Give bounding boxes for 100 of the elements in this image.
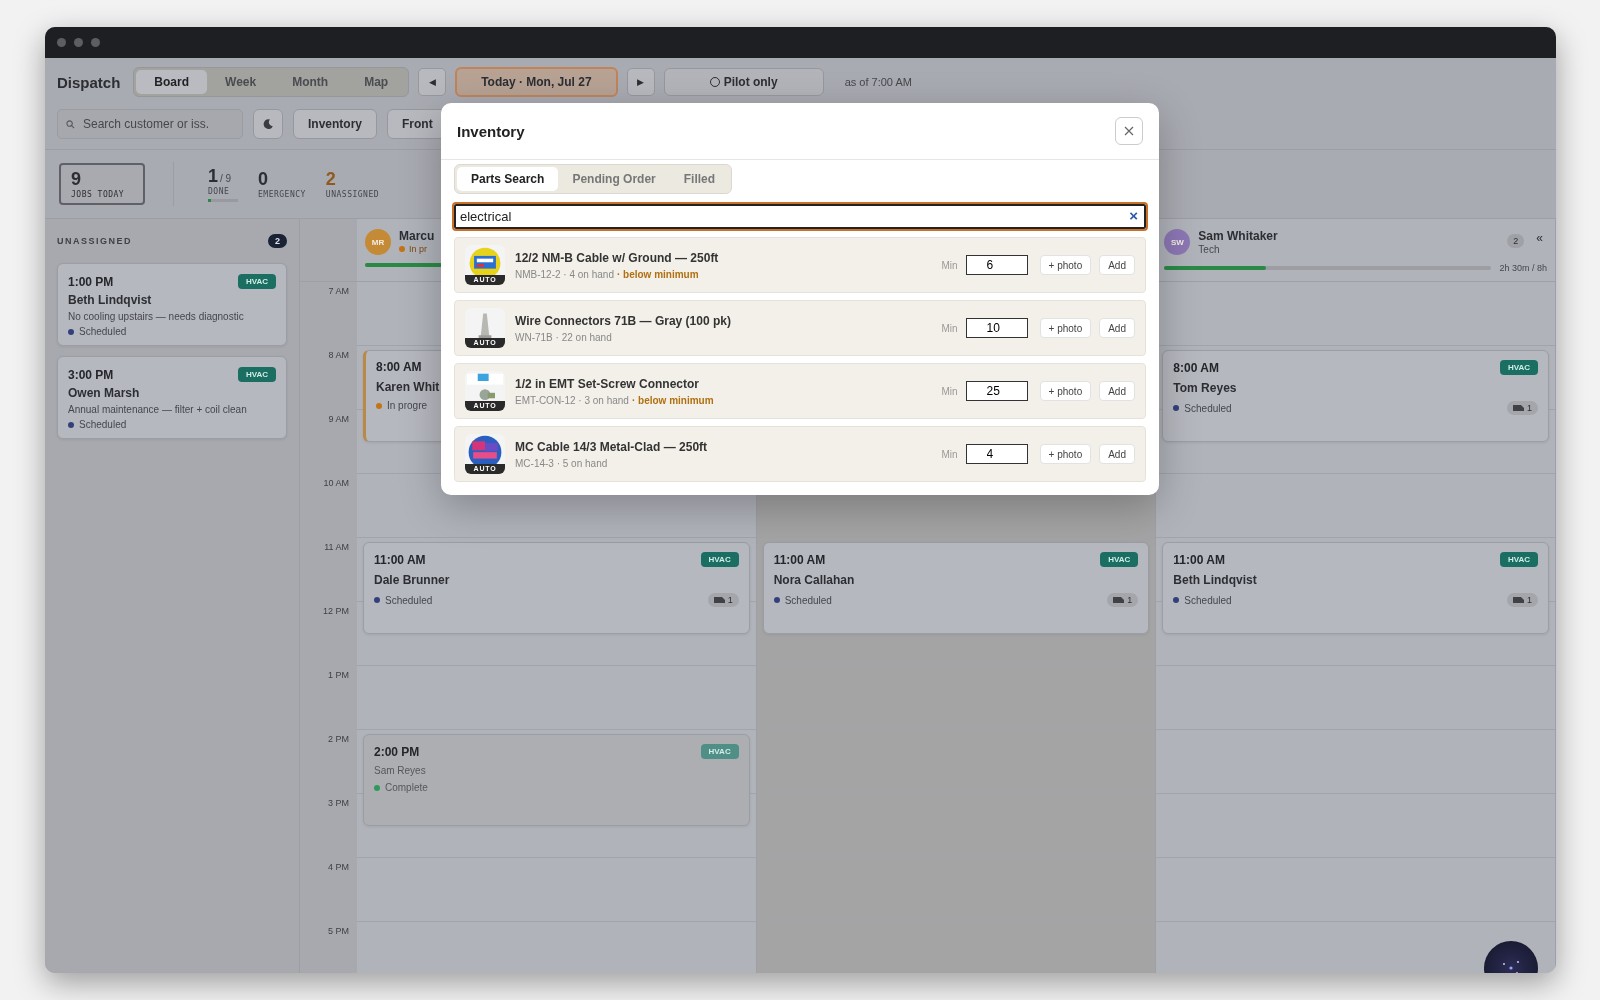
window-dot xyxy=(91,38,100,47)
job-card[interactable]: 3:00 PM HVAC Owen Marsh Annual maintenance — filter + coil clean Scheduled xyxy=(57,356,287,439)
customer-name: Beth Lindqvist xyxy=(68,293,152,307)
min-label: Min xyxy=(941,385,958,397)
part-stock: MC-14-3 · 5 on hand xyxy=(515,457,608,469)
tech-name: Sam Whitaker xyxy=(1198,229,1279,243)
job-time: 1:00 PM xyxy=(68,274,114,289)
job-card[interactable]: 11:00 AM HVAC Beth Lindqvist Scheduled 1 xyxy=(1162,542,1549,634)
job-status: In progre xyxy=(387,400,428,411)
status-dot xyxy=(399,246,405,252)
van-icon xyxy=(1113,597,1125,603)
stat-label: JOBS TODAY xyxy=(71,190,126,199)
hour-label: 12 PM xyxy=(323,606,349,616)
part-name: 1/2 in EMT Set-Screw Connector xyxy=(515,376,701,391)
job-card[interactable]: 2:00 PM HVAC Sam Reyes Complete xyxy=(363,734,750,826)
add-button[interactable]: Add xyxy=(1099,318,1135,338)
collapse-button[interactable]: « xyxy=(1532,231,1547,245)
tab[interactable]: Filled xyxy=(669,167,730,191)
stock-warning: · below minimum xyxy=(631,394,714,406)
vehicle-chip: 1 xyxy=(1107,593,1139,607)
job-note: Annual maintenance — filter + coil clean xyxy=(68,404,248,415)
updated-time: as of 7:00 AM xyxy=(844,76,912,88)
min-label: Min xyxy=(941,259,958,271)
pilot-toggle[interactable]: Pilot only xyxy=(663,68,824,96)
job-time: 11:00 AM xyxy=(773,552,826,567)
hour-label: 4 PM xyxy=(328,862,349,872)
job-tag: HVAC xyxy=(1499,360,1538,375)
next-button[interactable]: ▶ xyxy=(626,68,655,96)
view-tab[interactable]: Board xyxy=(136,70,208,94)
date-button[interactable]: Today · Mon, Jul 27 xyxy=(455,67,618,97)
stat-value: 9 xyxy=(71,169,81,190)
job-status: Scheduled xyxy=(79,419,127,430)
part-name: MC Cable 14/3 Metal-Clad — 250ft xyxy=(515,439,709,454)
sparkle-icon xyxy=(1503,961,1519,973)
add-photo-button[interactable]: + photo xyxy=(1039,381,1092,401)
vehicle-chip: 1 xyxy=(707,593,739,607)
stat-value: 0 xyxy=(258,169,268,190)
part-stock: NMB-12-2 · 4 on hand xyxy=(515,268,614,280)
hour-label: 9 AM xyxy=(328,414,349,424)
min-quantity-field[interactable]: 10 xyxy=(965,318,1028,338)
job-status: Complete xyxy=(385,782,428,793)
min-quantity-field[interactable]: 6 xyxy=(965,255,1028,275)
job-tag: HVAC xyxy=(237,274,276,289)
job-status: Scheduled xyxy=(79,326,127,337)
add-button[interactable]: Add xyxy=(1099,444,1135,464)
hour-label: 2 PM xyxy=(328,734,349,744)
job-tag: HVAC xyxy=(237,367,276,382)
customer-name: Tom Reyes xyxy=(1173,381,1237,395)
job-card[interactable]: 11:00 AM HVAC Nora Callahan Scheduled 1 xyxy=(762,542,1150,634)
job-tag: HVAC xyxy=(700,552,739,567)
capacity-text: 2h 30m / 8h xyxy=(1499,263,1547,273)
tab[interactable]: Parts Search xyxy=(457,167,559,191)
customer-name: Owen Marsh xyxy=(68,386,140,400)
add-photo-button[interactable]: + photo xyxy=(1039,255,1092,275)
hour-label: 11 AM xyxy=(324,542,349,552)
hour-label: 5 PM xyxy=(328,926,349,936)
job-note: No cooling upstairs — needs diagnostic xyxy=(68,311,245,322)
part-stock: WN-71B · 22 on hand xyxy=(515,331,612,343)
clear-button[interactable]: × xyxy=(1127,208,1140,223)
search-icon xyxy=(66,120,75,129)
job-card[interactable]: 8:00 AM HVAC Tom Reyes Scheduled 1 xyxy=(1162,350,1549,442)
job-status: Scheduled xyxy=(1184,402,1232,414)
job-status: Scheduled xyxy=(1184,594,1232,606)
job-card[interactable]: 1:00 PM HVAC Beth Lindqvist No cooling upstairs — needs diagnostic Scheduled xyxy=(57,263,287,346)
job-time: 11:00 AM xyxy=(374,552,426,567)
van-icon xyxy=(1513,405,1524,411)
van-icon xyxy=(713,597,725,603)
min-quantity-field[interactable]: 4 xyxy=(965,444,1028,464)
tech-role: Tech xyxy=(1198,244,1221,255)
stat-total: / 9 xyxy=(220,173,232,184)
stock-warning: · below minimum xyxy=(616,268,699,280)
min-quantity-field[interactable]: 25 xyxy=(965,381,1028,401)
search-field[interactable]: Search customer or iss. xyxy=(57,109,243,139)
min-label: Min xyxy=(941,322,958,334)
customer-name: Sam Reyes xyxy=(374,765,426,776)
vehicle-chip: 1 xyxy=(1507,593,1538,607)
add-photo-button[interactable]: + photo xyxy=(1039,318,1092,338)
job-time: 11:00 AM xyxy=(1173,552,1225,567)
job-tag: HVAC xyxy=(700,744,739,759)
close-icon xyxy=(1124,126,1134,136)
tech-status: In pr xyxy=(409,244,427,254)
job-tag: HVAC xyxy=(1100,552,1139,567)
section-title: UNASSIGNED xyxy=(57,236,132,246)
dark-mode-button[interactable] xyxy=(253,109,283,139)
add-photo-button[interactable]: + photo xyxy=(1039,444,1092,464)
customer-name: Beth Lindqvist xyxy=(1173,573,1257,587)
job-status: Scheduled xyxy=(784,594,832,606)
part-name: 12/2 NM-B Cable w/ Ground — 250ft xyxy=(515,250,720,265)
hour-label: 7 AM xyxy=(328,286,349,296)
toolbar-button[interactable]: Inventory xyxy=(293,109,377,139)
app-title: Dispatch xyxy=(57,73,121,91)
van-icon xyxy=(1513,597,1524,603)
count-badge: 2 xyxy=(268,234,287,248)
add-button[interactable]: Add xyxy=(1099,381,1135,401)
job-card[interactable]: 11:00 AM HVAC Dale Brunner Scheduled 1 xyxy=(363,542,750,634)
stat-label: DONE xyxy=(208,187,231,196)
window-dot xyxy=(57,38,66,47)
tab[interactable]: Pending Order xyxy=(558,167,670,191)
previous-button[interactable]: ◀ xyxy=(418,68,447,96)
add-button[interactable]: Add xyxy=(1099,255,1135,275)
